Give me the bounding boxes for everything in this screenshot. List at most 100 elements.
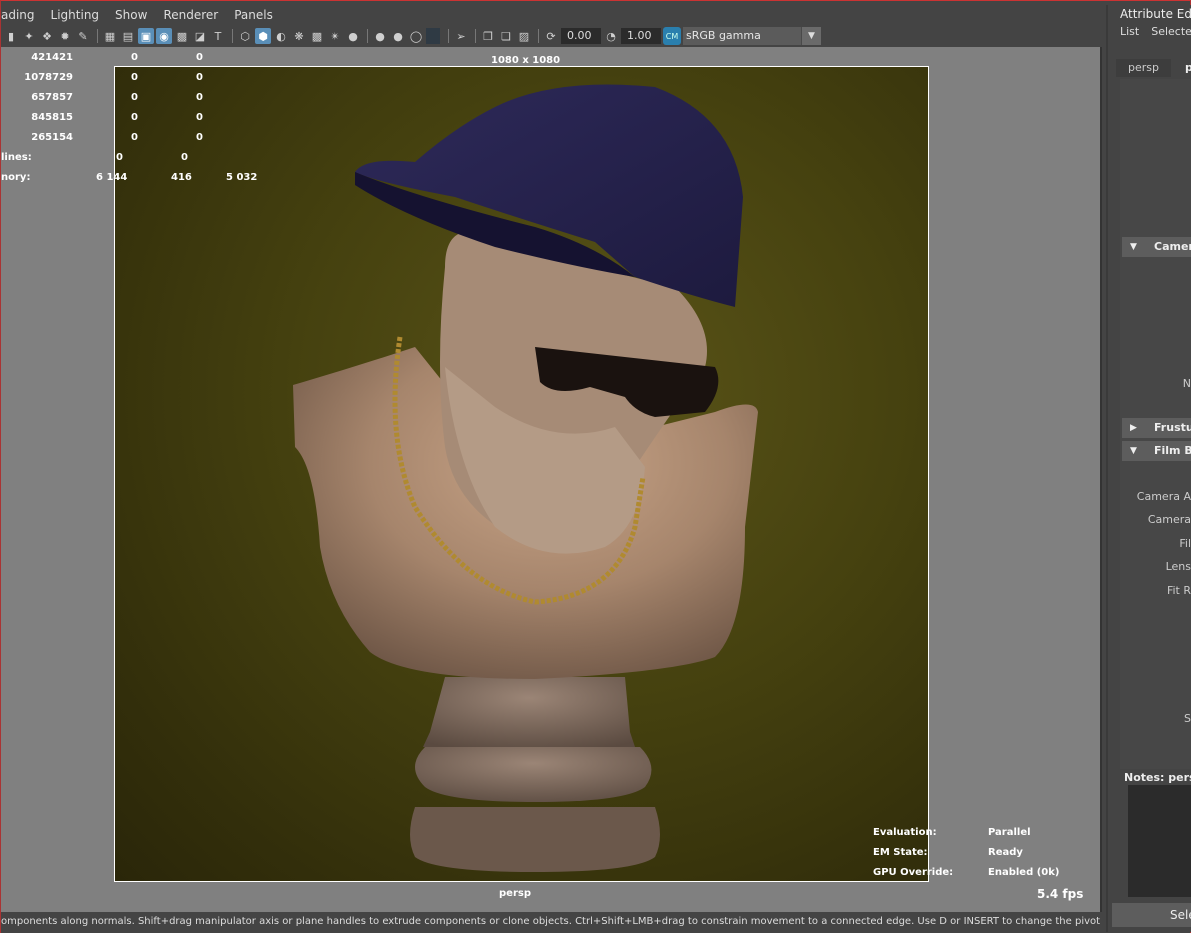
hud-memory-value: 416 (171, 172, 192, 183)
color-space-value: sRGB gamma (686, 29, 761, 42)
hud-stat-value: 0 (196, 92, 203, 103)
exposure-field[interactable]: 0.00 (561, 28, 601, 44)
help-line: omponents along normals. Shift+drag mani… (1, 912, 1102, 932)
gate-mask-icon[interactable]: ◉ (156, 28, 172, 44)
xray-toggle-icon[interactable]: ▨ (516, 28, 532, 44)
hud-lines-label: lines: (1, 152, 32, 163)
toolbar-divider (475, 29, 476, 43)
textured-icon[interactable]: ▩ (309, 28, 325, 44)
gamma-icon[interactable]: ◔ (603, 28, 619, 44)
film-gate-icon[interactable]: ▤ (120, 28, 136, 44)
panel-menubar: ading Lighting Show Renderer Panels (1, 5, 1102, 25)
toolbar-divider (448, 29, 449, 43)
viewport-panel: ading Lighting Show Renderer Panels ▮ ✦ … (1, 5, 1102, 912)
depth-of-field-icon[interactable] (426, 28, 440, 44)
hud-stat-value: 845815 (31, 112, 73, 123)
pencil-icon[interactable]: ✎ (75, 28, 91, 44)
menu-shading[interactable]: ading (1, 8, 43, 22)
wireframe-icon[interactable]: ⬡ (237, 28, 253, 44)
multisample-icon[interactable]: ◯ (408, 28, 424, 44)
hud-stat-value: 0 (131, 72, 138, 83)
menu-selected[interactable]: Selected (1151, 25, 1191, 38)
safe-title-icon[interactable]: T (210, 28, 226, 44)
attribute-editor: Attribute Edito List Selected persp pe ▼… (1106, 5, 1191, 932)
lights-icon[interactable]: ✴ (327, 28, 343, 44)
xray-active-icon[interactable]: ❏ (498, 28, 514, 44)
xray-icon[interactable]: ❋ (291, 28, 307, 44)
tab-perspshape[interactable]: pe (1173, 59, 1191, 77)
hud-stat-value: 0 (131, 52, 138, 63)
hud-stat-value: 1078729 (24, 72, 73, 83)
hud-stat-value: 0 (196, 52, 203, 63)
toolbar-divider (232, 29, 233, 43)
hud-stat-value: 0 (196, 72, 203, 83)
smooth-shade-icon[interactable]: ⬢ (255, 28, 271, 44)
camera-attributes-icon[interactable]: ✦ (21, 28, 37, 44)
hud-gpu-override-value: Enabled (0k) (988, 867, 1060, 878)
xray-joints-icon[interactable]: ❐ (480, 28, 496, 44)
hud-stat-value: 265154 (31, 132, 73, 143)
attribute-label: Camera (1147, 513, 1191, 526)
section-label: Film Ba (1154, 444, 1191, 457)
expanded-triangle-icon: ▼ (1130, 242, 1137, 252)
attribute-label: Fil (1179, 537, 1191, 550)
hud-evaluation-value: Parallel (988, 827, 1031, 838)
tab-persp[interactable]: persp (1116, 59, 1171, 77)
safe-action-icon[interactable]: ◪ (192, 28, 208, 44)
notes-label: Notes: persp (1124, 771, 1191, 784)
hud-stat-value: 421421 (31, 52, 73, 63)
bust-render-image (293, 84, 758, 872)
hud-memory-value: 5 032 (226, 172, 258, 183)
chevron-down-icon[interactable]: ▼ (801, 27, 821, 45)
exposure-icon[interactable]: ⟳ (543, 28, 559, 44)
menu-renderer[interactable]: Renderer (155, 8, 226, 22)
menu-panels[interactable]: Panels (226, 8, 281, 22)
hud-em-state-value: Ready (988, 847, 1023, 858)
hud-stat-value: 657857 (31, 92, 73, 103)
bookmark-icon[interactable]: ▮ (3, 28, 19, 44)
expanded-triangle-icon: ▼ (1130, 446, 1137, 456)
3d-viewport[interactable]: 1080 x 1080 421421 0 0 1078729 0 0 65785… (1, 47, 1102, 912)
menu-lighting[interactable]: Lighting (43, 8, 108, 22)
section-label: Frustum (1154, 421, 1191, 434)
resolution-gate-icon[interactable]: ▣ (138, 28, 154, 44)
attribute-editor-title: Attribute Edito (1120, 7, 1191, 21)
color-management-icon[interactable]: CM (663, 27, 681, 45)
toolbar-divider (97, 29, 98, 43)
attribute-label: N (1182, 377, 1191, 390)
grid-icon[interactable]: ▦ (102, 28, 118, 44)
menu-list[interactable]: List (1120, 25, 1139, 38)
camera-tumble-icon[interactable]: ✹ (57, 28, 73, 44)
section-camera-attributes[interactable]: ▼ Camera (1122, 237, 1191, 257)
color-space-select[interactable]: sRGB gamma ▼ (683, 27, 821, 45)
toolbar-divider (367, 29, 368, 43)
gamma-field[interactable]: 1.00 (621, 28, 661, 44)
select-camera-icon[interactable]: ❖ (39, 28, 55, 44)
section-label: Camera (1154, 240, 1191, 253)
motion-blur-icon[interactable]: ● (390, 28, 406, 44)
hud-stat-value: 0 (196, 112, 203, 123)
shadows-icon[interactable]: ● (345, 28, 361, 44)
camera-name-label: persp (499, 888, 531, 899)
default-material-icon[interactable]: ◐ (273, 28, 289, 44)
hud-lines-value: 0 (181, 152, 188, 163)
menu-show[interactable]: Show (107, 8, 155, 22)
screen-space-ao-icon[interactable]: ● (372, 28, 388, 44)
hud-gpu-override-label: GPU Override: (873, 867, 954, 878)
hud-lines-value: 0 (116, 152, 123, 163)
isolate-select-icon[interactable]: ➢ (453, 28, 469, 44)
section-film-back[interactable]: ▼ Film Ba (1122, 441, 1191, 461)
maya-window: ading Lighting Show Renderer Panels ▮ ✦ … (0, 0, 1191, 933)
fps-counter: 5.4 fps (1037, 887, 1084, 901)
hud-em-state-label: EM State: (873, 847, 928, 858)
attribute-label: Lens (1165, 560, 1191, 573)
section-frustum-display[interactable]: ▶ Frustum (1122, 418, 1191, 438)
attribute-label: S (1184, 712, 1191, 725)
field-chart-icon[interactable]: ▩ (174, 28, 190, 44)
select-button[interactable]: Sele (1112, 903, 1191, 927)
hud-memory-label: nory: (1, 172, 31, 183)
hud-stat-value: 0 (131, 92, 138, 103)
render-frame (114, 66, 929, 882)
hud-memory-value: 6 144 (96, 172, 128, 183)
notes-textarea[interactable] (1128, 785, 1191, 897)
